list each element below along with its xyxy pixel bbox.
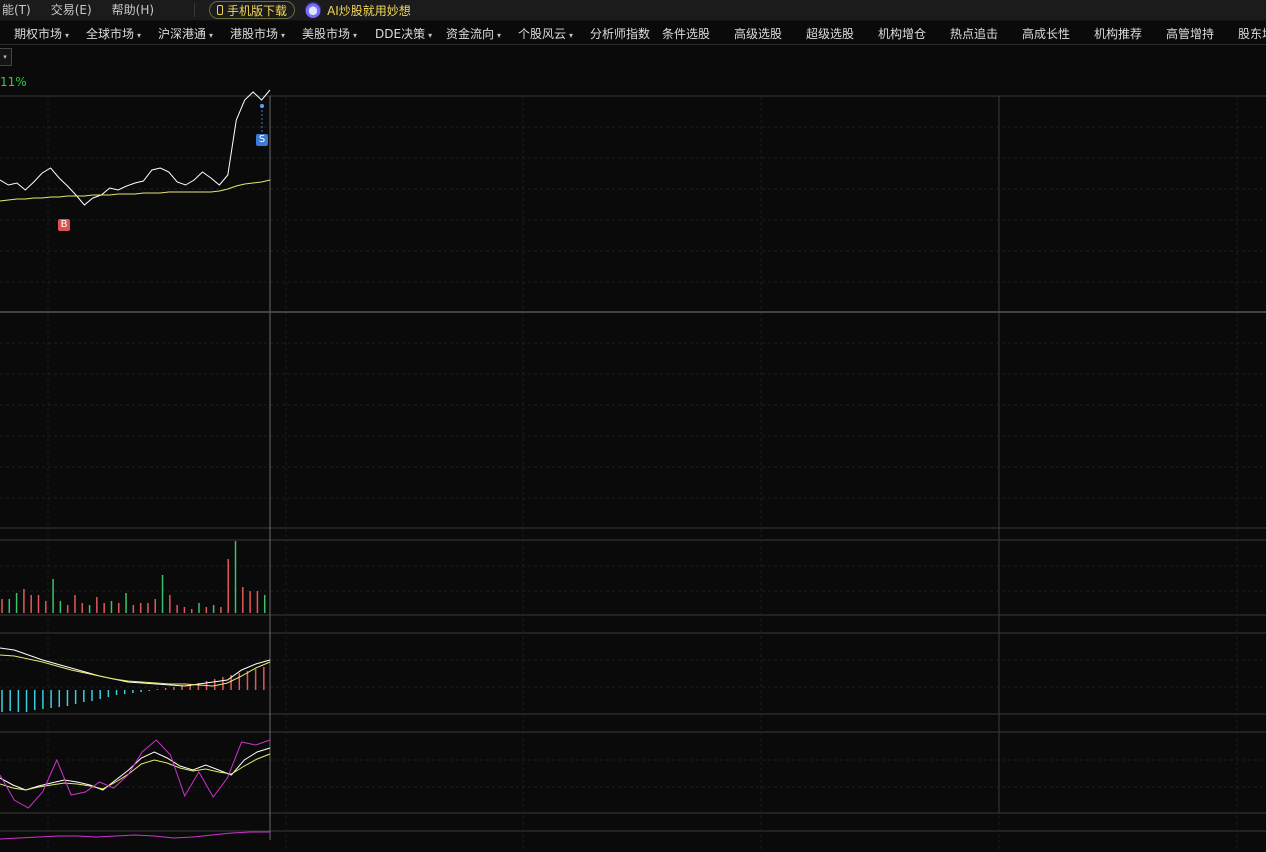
sell-point: [260, 104, 264, 108]
app-window: 能(T) 交易(E) 帮助(H) 手机版下载 AI炒股就用妙想 期权市场 ▾ 全球市…: [0, 0, 1266, 852]
buy-marker[interactable]: B: [58, 219, 70, 231]
sell-marker[interactable]: S: [256, 134, 268, 146]
stock-chart[interactable]: [0, 0, 1266, 852]
bottom-indicator-line: [0, 831, 270, 840]
price-line: [0, 89, 271, 206]
kdj-j-line: [0, 739, 271, 809]
macd-dif-line: [0, 647, 271, 687]
